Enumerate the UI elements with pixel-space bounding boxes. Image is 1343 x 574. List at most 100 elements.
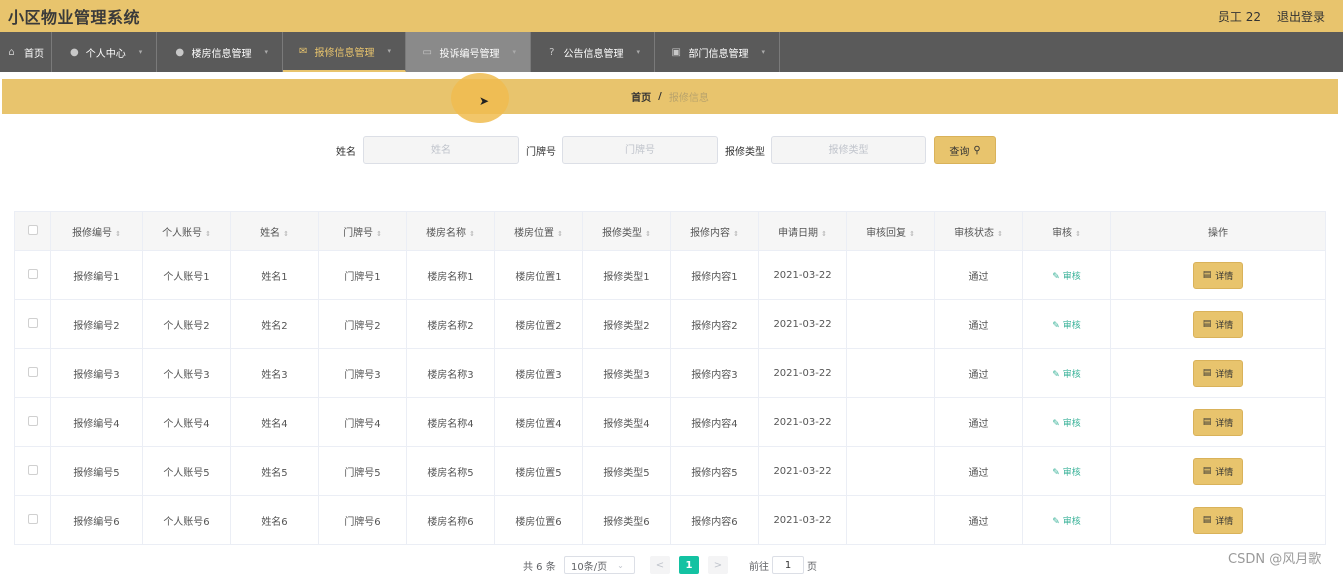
- detail-button[interactable]: ▤ 详情: [1192, 261, 1244, 289]
- table-body: 报修编号1 个人账号1 姓名1 门牌号1 楼房名称1 楼房位置1 报修类型1 报修内容1 202…: [14, 250, 1326, 545]
- top-header: 小区物业管理系统 员工 22 退出登录: [0, 0, 1343, 32]
- cell-location: 楼房位置5: [494, 446, 583, 496]
- column-header[interactable]: 个人账号 ⇕: [142, 211, 231, 251]
- column-header[interactable]: 报修编号 ⇕: [50, 211, 143, 251]
- nav-item-complaint-management[interactable]: ▭ 投诉编号管理 ▾: [406, 32, 531, 72]
- cell-building: 楼房名称5: [406, 446, 495, 496]
- cell-account: 个人账号5: [142, 446, 231, 496]
- user-icon: ●: [70, 46, 79, 58]
- cell-account: 个人账号2: [142, 299, 231, 349]
- watermark: CSDN @风月歌: [1228, 552, 1322, 567]
- cell-actions: ▤ 详情: [1110, 495, 1326, 545]
- page-size-select[interactable]: 10条/页 ⌄: [564, 556, 635, 574]
- row-checkbox[interactable]: [14, 397, 51, 447]
- next-page-button[interactable]: >: [708, 556, 728, 574]
- audit-link[interactable]: ✎ 审核: [1052, 272, 1080, 282]
- column-header[interactable]: 姓名 ⇕: [230, 211, 319, 251]
- goto-page-input[interactable]: [772, 556, 804, 574]
- edit-icon: ✎: [1052, 418, 1063, 429]
- column-header[interactable]: 审核回复 ⇕: [846, 211, 935, 251]
- cell-reply: [846, 397, 935, 447]
- breadcrumb-home[interactable]: 首页: [631, 89, 651, 104]
- cell-building: 楼房名称6: [406, 495, 495, 545]
- cell-status: 通过: [934, 495, 1023, 545]
- cell-name: 姓名5: [230, 446, 319, 496]
- detail-button[interactable]: ▤ 详情: [1192, 408, 1244, 436]
- row-checkbox[interactable]: [14, 299, 51, 349]
- cell-building: 楼房名称3: [406, 348, 495, 398]
- cell-account: 个人账号3: [142, 348, 231, 398]
- sort-icon: ⇕: [283, 229, 289, 238]
- sort-icon: ⇕: [909, 229, 915, 238]
- edit-icon: ✎: [1052, 369, 1063, 380]
- sort-icon: ⇕: [376, 229, 382, 238]
- cell-date: 2021-03-22: [758, 446, 847, 496]
- column-header[interactable]: 报修内容 ⇕: [670, 211, 759, 251]
- audit-link[interactable]: ✎ 审核: [1052, 321, 1080, 331]
- breadcrumb-separator: /: [658, 91, 662, 102]
- name-label: 姓名: [336, 147, 356, 158]
- row-checkbox[interactable]: [14, 446, 51, 496]
- detail-button[interactable]: ▤ 详情: [1192, 359, 1244, 387]
- table-row: 报修编号2 个人账号2 姓名2 门牌号2 楼房名称2 楼房位置2 报修类型2 报修内容2 202…: [14, 299, 1326, 349]
- audit-link[interactable]: ✎ 审核: [1052, 517, 1080, 527]
- prev-page-button[interactable]: <: [650, 556, 670, 574]
- name-input[interactable]: [363, 136, 519, 164]
- detail-button[interactable]: ▤ 详情: [1192, 310, 1244, 338]
- cell-building: 楼房名称1: [406, 250, 495, 300]
- chevron-down-icon: ▾: [264, 48, 268, 56]
- cell-status: 通过: [934, 250, 1023, 300]
- search-button[interactable]: 查询 ⚲: [934, 136, 996, 164]
- door-number-input[interactable]: [562, 136, 718, 164]
- logout-link[interactable]: 退出登录: [1277, 8, 1325, 25]
- nav-item-repair-management[interactable]: ✉ 报修信息管理 ▾: [283, 32, 406, 72]
- user-label: 员工 22: [1217, 9, 1261, 24]
- nav-item-department-management[interactable]: ▣ 部门信息管理 ▾: [655, 32, 780, 72]
- cell-reply: [846, 348, 935, 398]
- cell-reply: [846, 299, 935, 349]
- cell-date: 2021-03-22: [758, 299, 847, 349]
- nav-item-notice-management[interactable]: ? 公告信息管理 ▾: [531, 32, 655, 72]
- sort-icon: ⇕: [1075, 229, 1081, 238]
- column-header[interactable]: 楼房位置 ⇕: [494, 211, 583, 251]
- search-icon: ⚲: [973, 144, 981, 156]
- column-header[interactable]: 申请日期 ⇕: [758, 211, 847, 251]
- audit-link[interactable]: ✎ 审核: [1052, 419, 1080, 429]
- cell-date: 2021-03-22: [758, 348, 847, 398]
- row-checkbox[interactable]: [14, 495, 51, 545]
- search-button-label: 查询: [949, 146, 970, 158]
- cell-door: 门牌号6: [318, 495, 407, 545]
- page-number-button[interactable]: 1: [679, 556, 699, 574]
- nav-item-personal-center[interactable]: ● 个人中心 ▾: [52, 32, 157, 72]
- cell-building: 楼房名称2: [406, 299, 495, 349]
- detail-button[interactable]: ▤ 详情: [1192, 506, 1244, 534]
- document-icon: ▤: [1202, 319, 1212, 329]
- column-header[interactable]: 门牌号 ⇕: [318, 211, 407, 251]
- user-area: 员工 22 退出登录: [1218, 8, 1325, 25]
- cell-repair-no: 报修编号4: [50, 397, 143, 447]
- audit-link[interactable]: ✎ 审核: [1052, 468, 1080, 478]
- cell-location: 楼房位置4: [494, 397, 583, 447]
- table-header-row: 报修编号 ⇕ 个人账号 ⇕ 姓名 ⇕ 门牌号 ⇕ 楼房名称 ⇕ 楼房位置 ⇕ 报修类型 ⇕ 报…: [14, 211, 1326, 251]
- row-checkbox[interactable]: [14, 348, 51, 398]
- column-header[interactable]: 报修类型 ⇕: [582, 211, 671, 251]
- column-header[interactable]: 审核 ⇕: [1022, 211, 1111, 251]
- column-header[interactable]: 楼房名称 ⇕: [406, 211, 495, 251]
- cell-status: 通过: [934, 446, 1023, 496]
- breadcrumb: 首页 / 报修信息: [2, 79, 1338, 114]
- chevron-down-icon: ▾: [636, 48, 640, 56]
- detail-button[interactable]: ▤ 详情: [1192, 457, 1244, 485]
- row-checkbox[interactable]: [14, 250, 51, 300]
- cell-name: 姓名4: [230, 397, 319, 447]
- sort-icon: ⇕: [733, 229, 739, 238]
- column-header[interactable]: 审核状态 ⇕: [934, 211, 1023, 251]
- cell-audit: ✎ 审核: [1022, 446, 1111, 496]
- nav-item-home[interactable]: ⌂ 首页: [0, 32, 52, 72]
- nav-item-building-management[interactable]: ● 楼房信息管理 ▾: [157, 32, 283, 72]
- select-all-checkbox[interactable]: [14, 211, 51, 251]
- location-icon: ●: [175, 46, 185, 58]
- cell-reply: [846, 495, 935, 545]
- repair-type-input[interactable]: [771, 136, 926, 164]
- audit-link[interactable]: ✎ 审核: [1052, 370, 1080, 380]
- cell-content: 报修内容2: [670, 299, 759, 349]
